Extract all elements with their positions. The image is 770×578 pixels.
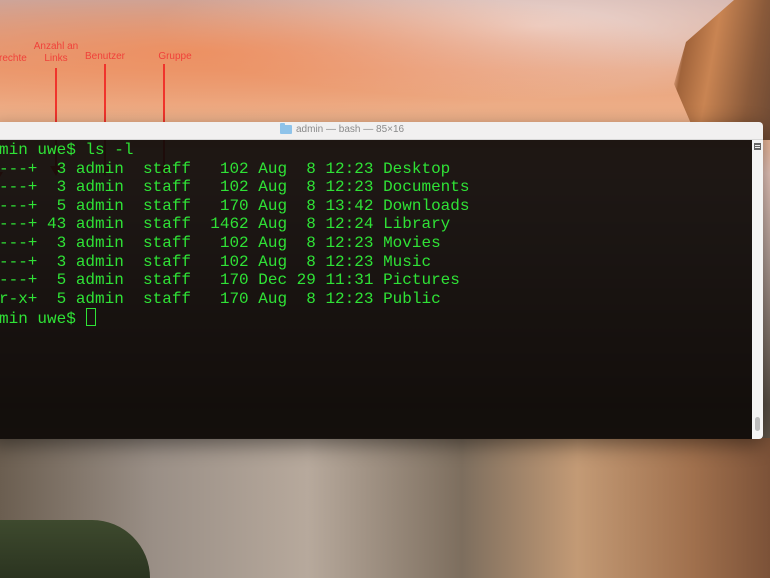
cursor (86, 308, 97, 327)
prompt-line: min uwe$ ls -l (0, 141, 134, 159)
table-row: ---+ 3 admin staff 102 Aug 8 12:23 Docum… (0, 178, 470, 197)
table-row: ---+ 5 admin staff 170 Dec 29 11:31 Pict… (0, 271, 460, 290)
table-row: ---+ 3 admin staff 102 Aug 8 12:23 Music (0, 252, 432, 271)
title-bar[interactable]: admin — bash — 85×16 (0, 122, 763, 140)
folder-icon (280, 123, 292, 134)
split-view-icon[interactable] (754, 143, 761, 150)
terminal-window[interactable]: admin — bash — 85×16 min uwe$ ls -l ---+… (0, 122, 763, 439)
window-title: admin — bash — 85×16 (296, 124, 405, 135)
annotation-links: Anzahl an Links (33, 41, 79, 64)
table-row: ---+ 43 admin staff 1462 Aug 8 12:24 Lib… (0, 215, 451, 234)
table-row: ---+ 5 admin staff 170 Aug 8 13:42 Downl… (0, 196, 470, 215)
annotation-permissions: srechte (0, 53, 27, 64)
table-row: r-x+ 5 admin staff 170 Aug 8 12:23 Publi… (0, 289, 441, 308)
scrollbar-thumb[interactable] (755, 417, 760, 431)
table-row: ---+ 3 admin staff 102 Aug 8 12:23 Deskt… (0, 159, 451, 178)
final-prompt: min uwe$ (0, 310, 86, 329)
table-row: ---+ 3 admin staff 102 Aug 8 12:23 Movie… (0, 233, 441, 252)
terminal-output[interactable]: min uwe$ ls -l ---+ 3 admin staff 102 Au… (0, 140, 752, 439)
annotation-group: Gruppe (158, 51, 192, 62)
scrollbar[interactable] (752, 140, 763, 439)
wallpaper-sky (0, 0, 770, 130)
annotation-user: Benutzer (84, 51, 126, 62)
